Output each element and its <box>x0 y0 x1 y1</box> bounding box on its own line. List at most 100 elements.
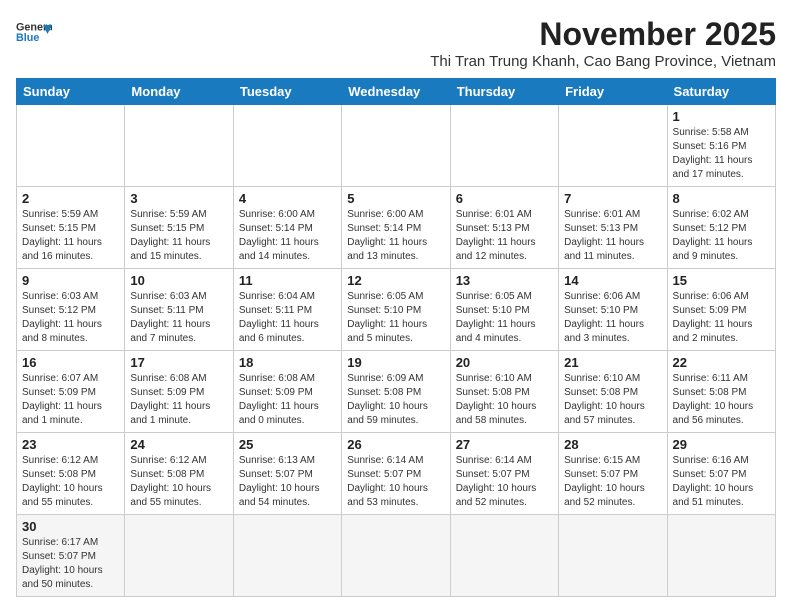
day-info: Sunrise: 6:12 AM Sunset: 5:08 PM Dayligh… <box>22 454 119 510</box>
day-number: 17 <box>130 355 227 370</box>
day-info: Sunrise: 6:17 AM Sunset: 5:07 PM Dayligh… <box>22 536 119 592</box>
calendar-cell: 11Sunrise: 6:04 AM Sunset: 5:11 PM Dayli… <box>233 269 341 351</box>
day-info: Sunrise: 6:11 AM Sunset: 5:08 PM Dayligh… <box>673 372 770 428</box>
day-info: Sunrise: 6:00 AM Sunset: 5:14 PM Dayligh… <box>239 208 336 264</box>
day-info: Sunrise: 6:04 AM Sunset: 5:11 PM Dayligh… <box>239 290 336 346</box>
calendar-cell: 2Sunrise: 5:59 AM Sunset: 5:15 PM Daylig… <box>17 187 125 269</box>
calendar-cell: 17 Sunrise: 6:08 AM Sunset: 5:09 PM Dayli… <box>125 351 233 433</box>
day-number: 6 <box>456 191 553 206</box>
day-info: Sunrise: 6:07 AM Sunset: 5:09 PM Dayligh… <box>22 372 119 428</box>
day-info: Sunrise: 6:12 AM Sunset: 5:08 PM Dayligh… <box>130 454 227 510</box>
calendar-cell: 23Sunrise: 6:12 AM Sunset: 5:08 PM Dayli… <box>17 433 125 515</box>
day-number: 13 <box>456 273 553 288</box>
day-number: 29 <box>673 437 770 452</box>
calendar-cell: 21 Sunrise: 6:10 AM Sunset: 5:08 PM Dayli… <box>559 351 667 433</box>
day-number: 26 <box>347 437 444 452</box>
calendar-cell <box>17 105 125 187</box>
day-number: 30 <box>22 519 119 534</box>
calendar-cell: 7 Sunrise: 6:01 AM Sunset: 5:13 PM Daylig… <box>559 187 667 269</box>
calendar-cell <box>559 105 667 187</box>
calendar-cell: 26 Sunrise: 6:14 AM Sunset: 5:07 PM Dayli… <box>342 433 450 515</box>
subtitle: Thi Tran Trung Khanh, Cao Bang Province,… <box>430 53 776 70</box>
day-number: 8 <box>673 191 770 206</box>
calendar-cell: 28Sunrise: 6:15 AM Sunset: 5:07 PM Dayli… <box>559 433 667 515</box>
day-of-week-header: Sunday <box>17 79 125 105</box>
calendar-cell: 6 Sunrise: 6:01 AM Sunset: 5:13 PM Daylig… <box>450 187 558 269</box>
day-number: 27 <box>456 437 553 452</box>
day-number: 12 <box>347 273 444 288</box>
calendar-cell: 1Sunrise: 5:58 AM Sunset: 5:16 PM Daylig… <box>667 105 775 187</box>
day-of-week-header: Monday <box>125 79 233 105</box>
day-of-week-header: Thursday <box>450 79 558 105</box>
day-info: Sunrise: 6:14 AM Sunset: 5:07 PM Dayligh… <box>456 454 553 510</box>
month-title: November 2025 <box>430 16 776 53</box>
calendar-cell: 18Sunrise: 6:08 AM Sunset: 5:09 PM Dayli… <box>233 351 341 433</box>
day-info: Sunrise: 5:59 AM Sunset: 5:15 PM Dayligh… <box>130 208 227 264</box>
day-info: Sunrise: 6:03 AM Sunset: 5:12 PM Dayligh… <box>22 290 119 346</box>
day-info: Sunrise: 6:02 AM Sunset: 5:12 PM Dayligh… <box>673 208 770 264</box>
calendar-cell: 30 Sunrise: 6:17 AM Sunset: 5:07 PM Dayli… <box>17 515 125 597</box>
calendar-cell: 16 Sunrise: 6:07 AM Sunset: 5:09 PM Dayli… <box>17 351 125 433</box>
day-of-week-header: Friday <box>559 79 667 105</box>
day-info: Sunrise: 6:10 AM Sunset: 5:08 PM Dayligh… <box>564 372 661 428</box>
day-info: Sunrise: 6:08 AM Sunset: 5:09 PM Dayligh… <box>130 372 227 428</box>
calendar-cell <box>559 515 667 597</box>
calendar-cell <box>233 105 341 187</box>
calendar-cell <box>342 515 450 597</box>
day-info: Sunrise: 6:14 AM Sunset: 5:07 PM Dayligh… <box>347 454 444 510</box>
title-block: November 2025 Thi Tran Trung Khanh, Cao … <box>430 16 776 70</box>
day-info: Sunrise: 6:00 AM Sunset: 5:14 PM Dayligh… <box>347 208 444 264</box>
calendar-cell: 15 Sunrise: 6:06 AM Sunset: 5:09 PM Dayli… <box>667 269 775 351</box>
calendar-cell: 12Sunrise: 6:05 AM Sunset: 5:10 PM Dayli… <box>342 269 450 351</box>
calendar-cell: 9 Sunrise: 6:03 AM Sunset: 5:12 PM Daylig… <box>17 269 125 351</box>
day-info: Sunrise: 6:06 AM Sunset: 5:09 PM Dayligh… <box>673 290 770 346</box>
day-info: Sunrise: 6:10 AM Sunset: 5:08 PM Dayligh… <box>456 372 553 428</box>
calendar-cell: 29 Sunrise: 6:16 AM Sunset: 5:07 PM Dayli… <box>667 433 775 515</box>
day-number: 19 <box>347 355 444 370</box>
day-info: Sunrise: 6:01 AM Sunset: 5:13 PM Dayligh… <box>564 208 661 264</box>
calendar-cell: 24Sunrise: 6:12 AM Sunset: 5:08 PM Dayli… <box>125 433 233 515</box>
day-number: 2 <box>22 191 119 206</box>
day-number: 9 <box>22 273 119 288</box>
calendar-cell: 22 Sunrise: 6:11 AM Sunset: 5:08 PM Dayli… <box>667 351 775 433</box>
calendar-cell: 8 Sunrise: 6:02 AM Sunset: 5:12 PM Daylig… <box>667 187 775 269</box>
logo: General Blue <box>16 16 52 52</box>
day-info: Sunrise: 6:03 AM Sunset: 5:11 PM Dayligh… <box>130 290 227 346</box>
day-info: Sunrise: 6:09 AM Sunset: 5:08 PM Dayligh… <box>347 372 444 428</box>
day-number: 16 <box>22 355 119 370</box>
calendar-cell: 5 Sunrise: 6:00 AM Sunset: 5:14 PM Daylig… <box>342 187 450 269</box>
day-info: Sunrise: 6:05 AM Sunset: 5:10 PM Dayligh… <box>456 290 553 346</box>
day-number: 25 <box>239 437 336 452</box>
day-number: 14 <box>564 273 661 288</box>
day-info: Sunrise: 6:16 AM Sunset: 5:07 PM Dayligh… <box>673 454 770 510</box>
svg-text:Blue: Blue <box>16 32 39 44</box>
day-number: 28 <box>564 437 661 452</box>
day-number: 18 <box>239 355 336 370</box>
calendar-cell <box>125 105 233 187</box>
calendar-cell: 10 Sunrise: 6:03 AM Sunset: 5:11 PM Dayli… <box>125 269 233 351</box>
day-of-week-header: Wednesday <box>342 79 450 105</box>
day-number: 22 <box>673 355 770 370</box>
day-number: 10 <box>130 273 227 288</box>
day-number: 7 <box>564 191 661 206</box>
calendar-cell: 14 Sunrise: 6:06 AM Sunset: 5:10 PM Dayli… <box>559 269 667 351</box>
day-number: 21 <box>564 355 661 370</box>
day-number: 5 <box>347 191 444 206</box>
day-of-week-header: Tuesday <box>233 79 341 105</box>
day-number: 20 <box>456 355 553 370</box>
day-info: Sunrise: 6:13 AM Sunset: 5:07 PM Dayligh… <box>239 454 336 510</box>
calendar-cell <box>342 105 450 187</box>
day-number: 3 <box>130 191 227 206</box>
calendar-cell: 4Sunrise: 6:00 AM Sunset: 5:14 PM Daylig… <box>233 187 341 269</box>
calendar-cell: 27 Sunrise: 6:14 AM Sunset: 5:07 PM Dayli… <box>450 433 558 515</box>
calendar-cell <box>125 515 233 597</box>
day-info: Sunrise: 6:06 AM Sunset: 5:10 PM Dayligh… <box>564 290 661 346</box>
day-of-week-header: Saturday <box>667 79 775 105</box>
day-info: Sunrise: 6:01 AM Sunset: 5:13 PM Dayligh… <box>456 208 553 264</box>
day-number: 1 <box>673 109 770 124</box>
calendar-cell <box>667 515 775 597</box>
calendar-cell <box>233 515 341 597</box>
day-number: 15 <box>673 273 770 288</box>
calendar-cell: 25 Sunrise: 6:13 AM Sunset: 5:07 PM Dayli… <box>233 433 341 515</box>
calendar-cell: 13 Sunrise: 6:05 AM Sunset: 5:10 PM Dayli… <box>450 269 558 351</box>
